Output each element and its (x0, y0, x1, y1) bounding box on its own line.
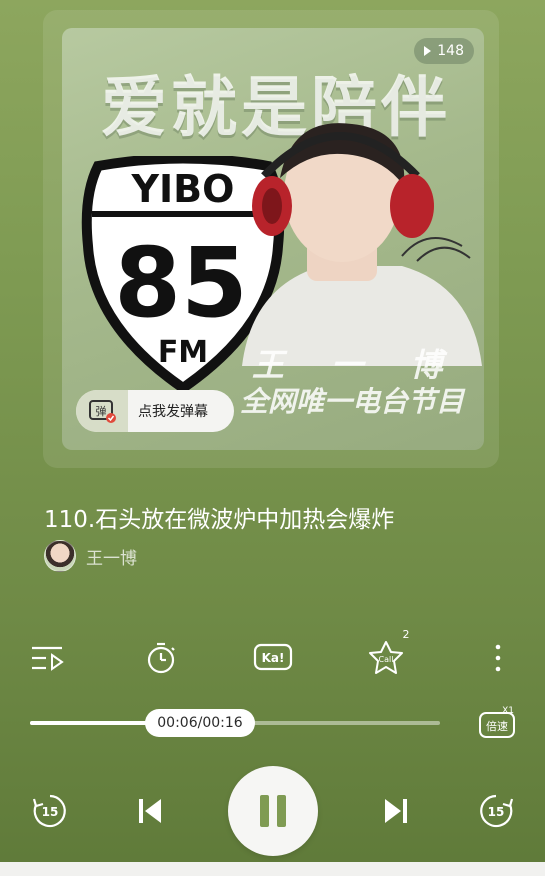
rewind-15-icon: 15 (32, 794, 66, 828)
call-button[interactable]: Call 2 (364, 628, 410, 680)
artist-avatar[interactable] (44, 540, 76, 572)
more-icon (495, 644, 501, 672)
artist-name[interactable]: 王一博 (86, 544, 137, 569)
pause-button[interactable] (228, 766, 318, 856)
progress-bar[interactable]: 00:06/00:16 (30, 706, 440, 740)
speed-value: X1 (502, 706, 514, 716)
bottom-strip (0, 862, 545, 876)
karaoke-icon: Ka! (253, 643, 293, 671)
playlist-icon (32, 646, 64, 671)
danmaku-icon-label: 弹 (96, 404, 107, 418)
send-danmaku-button[interactable]: 弹 点我发弹幕 (76, 390, 234, 432)
playlist-button[interactable] (26, 636, 70, 680)
playback-speed-button[interactable]: 倍速 X1 (478, 704, 518, 740)
more-button[interactable] (476, 636, 520, 680)
rewind-15-button[interactable]: 15 (28, 789, 72, 833)
play-count-badge: 148 (414, 38, 474, 64)
action-toolbar: Ka! Call 2 (26, 628, 520, 680)
program-slogan: 全网唯一电台节目 (240, 385, 465, 418)
play-count-value: 148 (437, 43, 464, 59)
forward-15-button[interactable]: 15 (474, 789, 518, 833)
skip-previous-icon (139, 799, 161, 823)
artist-row[interactable]: 王一博 (44, 540, 137, 572)
speed-icon: 倍速 X1 (479, 706, 515, 738)
track-title: 110.石头放在微波炉中加热会爆炸 (44, 507, 395, 533)
danmaku-icon: 弹 (76, 390, 128, 432)
playback-controls: 15 15 (28, 766, 518, 856)
call-icon-label: Call (378, 655, 393, 664)
call-count-badge: 2 (402, 628, 410, 641)
time-display: 00:06/00:16 (157, 715, 243, 731)
call-star-icon: Call (368, 641, 403, 674)
shield-bottom-text: FM (158, 335, 208, 370)
album-cover[interactable]: 爱就是陪伴 148 YIBO 85 FM 王 一 博 全网唯一电台节目 弹 点我… (62, 28, 484, 450)
host-photo (242, 123, 482, 366)
danmaku-button-label: 点我发弹幕 (138, 404, 208, 420)
previous-button[interactable] (128, 789, 172, 833)
play-triangle-icon (424, 46, 432, 56)
progress-thumb-time[interactable]: 00:06/00:16 (145, 709, 255, 737)
speed-label: 倍速 (486, 719, 508, 733)
karaoke-button[interactable]: Ka! (251, 636, 295, 680)
forward-15-icon: 15 (480, 794, 514, 828)
skip-next-icon (385, 799, 407, 823)
rewind-seconds: 15 (42, 805, 59, 819)
next-button[interactable] (374, 789, 418, 833)
forward-seconds: 15 (488, 805, 505, 819)
sleep-timer-button[interactable] (139, 636, 183, 680)
karaoke-icon-label: Ka! (262, 651, 285, 665)
pause-icon (260, 795, 286, 827)
timer-icon (147, 642, 175, 674)
